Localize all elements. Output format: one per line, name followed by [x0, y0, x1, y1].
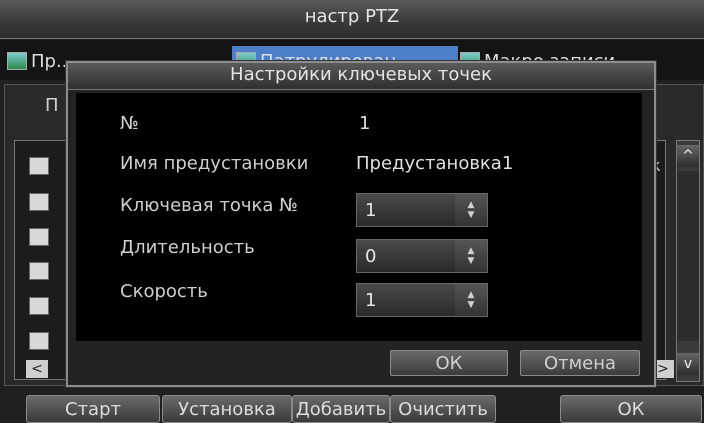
row-checkbox[interactable]: [29, 228, 49, 246]
dialog-ok-button[interactable]: ОК: [390, 350, 508, 376]
scroll-track[interactable]: [677, 171, 699, 341]
dialog-body: № 1 Имя предустановки Предустановка1 Клю…: [76, 93, 642, 341]
keypoint-settings-dialog: Настройки ключевых точек № 1 Имя предуст…: [66, 61, 656, 387]
dialog-cancel-button[interactable]: Отмена: [520, 350, 640, 376]
preset-name-label: Имя предустановки: [120, 153, 309, 174]
keypoint-number-value: 1: [365, 200, 377, 221]
spinner-arrows-icon[interactable]: ▲ ▼: [455, 284, 487, 316]
row-checkbox[interactable]: [29, 332, 49, 350]
duration-value: 0: [365, 246, 377, 267]
spinner-arrows-icon[interactable]: ▲ ▼: [455, 194, 487, 226]
clear-button[interactable]: Очистить: [390, 395, 496, 423]
setup-button[interactable]: Установка: [162, 395, 292, 423]
panel-label: П: [45, 95, 59, 116]
add-button[interactable]: Добавить: [292, 395, 390, 423]
window-title: настр PTZ: [304, 6, 400, 27]
duration-label: Длительность: [120, 237, 255, 258]
row-checkbox[interactable]: [29, 193, 49, 211]
number-value: 1: [359, 113, 371, 134]
number-label: №: [120, 113, 139, 134]
start-button[interactable]: Старт: [26, 395, 160, 423]
row-checkbox[interactable]: [29, 157, 49, 175]
dialog-titlebar: Настройки ключевых точек: [68, 63, 654, 90]
image-icon: [7, 52, 27, 70]
keypoint-number-spinbox[interactable]: 1 ▲ ▼: [356, 193, 488, 227]
scroll-left-icon[interactable]: <: [26, 360, 48, 378]
preset-name-value: Предустановка1: [356, 153, 514, 174]
scroll-down-icon[interactable]: v: [677, 353, 699, 375]
keypoint-number-label: Ключевая точка №: [120, 195, 298, 216]
vertical-scrollbar[interactable]: ^ v: [676, 140, 700, 382]
row-checkbox[interactable]: [29, 262, 49, 280]
speed-label: Скорость: [120, 281, 208, 302]
speed-value: 1: [365, 290, 377, 311]
dialog-title: Настройки ключевых точек: [230, 64, 492, 85]
duration-spinbox[interactable]: 0 ▲ ▼: [356, 239, 488, 273]
ok-button[interactable]: ОК: [560, 395, 702, 423]
scroll-up-icon[interactable]: ^: [677, 145, 699, 167]
window-titlebar: настр PTZ: [0, 0, 704, 39]
spinner-arrows-icon[interactable]: ▲ ▼: [455, 240, 487, 272]
speed-spinbox[interactable]: 1 ▲ ▼: [356, 283, 488, 317]
row-checkbox[interactable]: [29, 297, 49, 315]
